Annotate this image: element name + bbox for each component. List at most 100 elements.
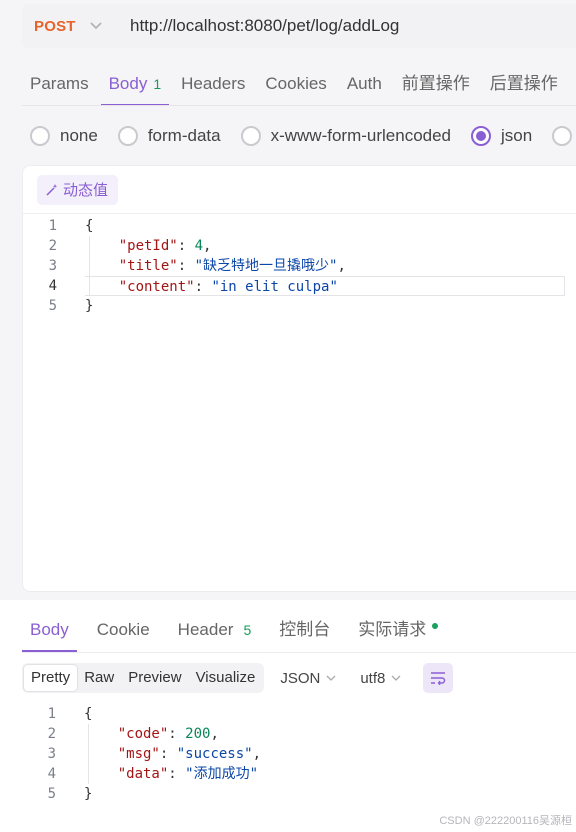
radio-circle-icon bbox=[552, 126, 573, 146]
line-number: 1 bbox=[47, 706, 56, 722]
radio-form-data[interactable]: form-data bbox=[117, 126, 221, 146]
radio-circle-icon bbox=[30, 126, 50, 146]
chevron-down-icon bbox=[90, 22, 102, 30]
encoding-select[interactable]: utf8 bbox=[360, 670, 401, 687]
view-mode-pretty[interactable]: Pretty bbox=[24, 665, 78, 691]
json-value: 4 bbox=[194, 238, 204, 254]
radio-urlencoded-label: x-www-form-urlencoded bbox=[270, 126, 452, 145]
tabs-divider bbox=[22, 105, 576, 106]
code-line: 3 "msg": "success", bbox=[22, 744, 576, 764]
tab-headers[interactable]: Headers bbox=[173, 74, 253, 106]
code-text: } bbox=[85, 298, 94, 314]
code-text: "title": "缺乏特地一旦撬哦少", bbox=[118, 258, 346, 274]
view-mode-preview[interactable]: Preview bbox=[121, 665, 188, 691]
code-text: "petId": 4, bbox=[118, 238, 212, 254]
resp-tab-actual-request[interactable]: 实际请求 bbox=[350, 615, 446, 652]
code-text: "msg": "success", bbox=[117, 746, 262, 762]
tab-pre-processors[interactable]: 前置操作 bbox=[394, 69, 478, 106]
radio-none-label: none bbox=[60, 126, 98, 145]
code-line: 1{ bbox=[22, 704, 576, 724]
resp-tab-console-label: 控制台 bbox=[279, 620, 331, 639]
method-select[interactable]: POST bbox=[22, 4, 118, 48]
resp-tab-body[interactable]: Body bbox=[22, 620, 77, 652]
tab-auth[interactable]: Auth bbox=[339, 74, 390, 106]
json-key: "petId" bbox=[118, 238, 178, 254]
dynamic-value-button[interactable]: 动态值 bbox=[37, 174, 119, 205]
tab-post-processors[interactable]: 后置操作 bbox=[482, 69, 566, 106]
radio-form-data-label: form-data bbox=[147, 126, 221, 145]
resp-tab-header-count: 5 bbox=[243, 622, 252, 638]
view-mode-visualize[interactable]: Visualize bbox=[189, 665, 263, 691]
code-line: 5} bbox=[23, 296, 576, 316]
url-bar: POST http://localhost:8080/pet/log/addLo… bbox=[22, 4, 576, 48]
tab-cookies-label: Cookies bbox=[265, 74, 327, 93]
line-number: 2 bbox=[48, 238, 57, 254]
line-number: 5 bbox=[47, 786, 56, 802]
code-line: 3 "title": "缺乏特地一旦撬哦少", bbox=[23, 256, 576, 276]
response-tabs: Body Cookie Header 5 控制台 实际请求 bbox=[0, 600, 576, 652]
tab-params-label: Params bbox=[30, 74, 89, 93]
format-select[interactable]: JSON bbox=[280, 670, 336, 687]
resp-tab-cookie-label: Cookie bbox=[96, 620, 150, 639]
line-number: 2 bbox=[47, 726, 56, 742]
code-line: 5} bbox=[22, 784, 576, 804]
tab-pre-processors-label: 前置操作 bbox=[401, 74, 470, 93]
chevron-down-icon bbox=[391, 675, 401, 681]
tab-body-count: 1 bbox=[153, 76, 162, 92]
code-text: "content": "in elit culpa" bbox=[85, 276, 565, 296]
resp-tab-actual-request-label: 实际请求 bbox=[358, 620, 427, 639]
json-key: "title" bbox=[118, 258, 178, 274]
json-value: "添加成功" bbox=[185, 766, 259, 782]
json-key: "msg" bbox=[117, 746, 160, 762]
radio-none[interactable]: none bbox=[30, 126, 98, 146]
radio-circle-icon bbox=[240, 126, 261, 146]
radio-json[interactable]: json bbox=[471, 126, 532, 146]
json-value: 200 bbox=[185, 726, 211, 742]
radio-more[interactable] bbox=[552, 126, 576, 146]
resp-tab-body-label: Body bbox=[30, 620, 69, 639]
code-line: 4 "data": "添加成功" bbox=[22, 764, 576, 784]
code-text: "code": 200, bbox=[117, 726, 219, 742]
resp-tab-cookie[interactable]: Cookie bbox=[89, 620, 158, 652]
request-tabs: Params Body 1 Headers Cookies Auth 前置操作 后… bbox=[0, 56, 576, 106]
code-text: { bbox=[85, 218, 94, 234]
resp-tab-console[interactable]: 控制台 bbox=[271, 615, 338, 652]
view-mode-switch: Pretty Raw Preview Visualize bbox=[22, 663, 265, 693]
tab-params[interactable]: Params bbox=[22, 74, 97, 106]
tab-auth-label: Auth bbox=[346, 74, 382, 93]
code-line-active: 4 "content": "in elit culpa" bbox=[23, 276, 576, 296]
json-value: "缺乏特地一旦撬哦少" bbox=[194, 258, 338, 274]
editor-toolbar: 动态值 bbox=[23, 166, 576, 214]
tab-headers-label: Headers bbox=[181, 74, 246, 93]
code-line: 1{ bbox=[23, 216, 576, 236]
line-number: 4 bbox=[47, 766, 56, 782]
code-text: "data": "添加成功" bbox=[117, 766, 259, 782]
code-text: } bbox=[84, 786, 93, 802]
json-value: "in elit culpa" bbox=[211, 279, 338, 295]
dynamic-value-label: 动态值 bbox=[63, 182, 109, 199]
radio-json-label: json bbox=[501, 126, 533, 145]
wrap-lines-button[interactable] bbox=[423, 663, 454, 693]
response-panel: Body Cookie Header 5 控制台 实际请求 Pretty Raw … bbox=[0, 600, 576, 832]
radio-urlencoded[interactable]: x-www-form-urlencoded bbox=[240, 126, 452, 146]
tab-body-label: Body bbox=[108, 74, 148, 93]
tab-body[interactable]: Body 1 bbox=[100, 74, 170, 106]
encoding-select-value: utf8 bbox=[360, 669, 386, 687]
resp-tab-header-label: Header bbox=[177, 620, 234, 639]
code-line: 2 "petId": 4, bbox=[23, 236, 576, 256]
json-key: "content" bbox=[118, 279, 195, 295]
view-mode-raw[interactable]: Raw bbox=[77, 665, 121, 691]
resp-tab-header[interactable]: Header 5 bbox=[170, 620, 260, 652]
radio-checked-icon bbox=[471, 126, 492, 146]
request-body-editor[interactable]: 动态值 1{ 2 "petId": 4, 3 "title": "缺乏特地一旦撬… bbox=[22, 165, 576, 592]
line-number: 3 bbox=[47, 746, 56, 762]
line-number: 3 bbox=[48, 258, 57, 274]
method-label: POST bbox=[34, 17, 76, 35]
tab-post-processors-label: 后置操作 bbox=[489, 74, 558, 93]
tab-cookies[interactable]: Cookies bbox=[257, 74, 334, 106]
url-input[interactable]: http://localhost:8080/pet/log/addLog bbox=[130, 16, 399, 36]
wrap-lines-icon bbox=[431, 672, 446, 685]
request-code: 1{ 2 "petId": 4, 3 "title": "缺乏特地一旦撬哦少",… bbox=[23, 216, 576, 326]
response-code: 1{ 2 "code": 200, 3 "msg": "success", 4 … bbox=[22, 704, 576, 814]
response-tabs-divider bbox=[22, 652, 576, 653]
